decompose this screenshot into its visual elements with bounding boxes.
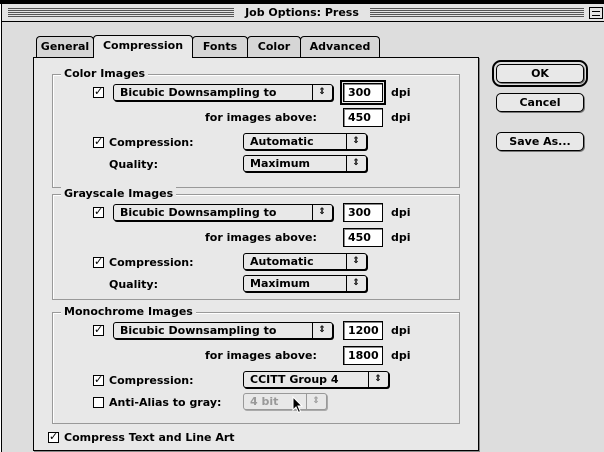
popup-arrow-icon: ⇕ — [318, 87, 326, 97]
grayscale-above-label: for images above: — [205, 231, 317, 244]
popup-arrow-icon: ⇕ — [352, 136, 360, 146]
arrow-cursor-icon — [292, 396, 304, 414]
grayscale-above-field[interactable]: 450 — [343, 228, 383, 247]
mono-resolution-unit: dpi — [391, 324, 411, 337]
mono-downsample-method: Bicubic Downsampling to — [120, 324, 277, 337]
mono-above-field[interactable]: 1800 — [343, 346, 383, 365]
color-quality-popup[interactable]: Maximum ⇕ — [243, 155, 367, 172]
title-stripes-left — [8, 8, 234, 17]
compress-text-checkbox[interactable] — [48, 430, 59, 444]
color-downsample-checkbox[interactable] — [93, 85, 104, 99]
mono-above-unit: dpi — [391, 349, 411, 362]
mono-above-label: for images above: — [205, 349, 317, 362]
window-title: Job Options: Press — [234, 5, 370, 21]
grayscale-compression-checkbox[interactable] — [93, 255, 104, 269]
tab-fonts[interactable]: Fonts — [192, 36, 248, 57]
tab-general[interactable]: General — [36, 36, 94, 57]
job-options-window: Job Options: Press General Compression F… — [1, 4, 604, 452]
grayscale-resolution-field[interactable]: 300 — [343, 203, 383, 222]
grayscale-resolution-unit: dpi — [391, 206, 411, 219]
compression-panel: Color Images Bicubic Downsampling to ⇕ 3… — [33, 57, 479, 451]
color-quality-value: Maximum — [250, 157, 310, 170]
cancel-button[interactable]: Cancel — [496, 93, 584, 112]
grayscale-above-unit: dpi — [391, 231, 411, 244]
save-as-button[interactable]: Save As... — [496, 132, 584, 151]
popup-arrow-icon: ⇕ — [352, 256, 360, 266]
popup-arrow-icon: ⇕ — [352, 158, 360, 168]
title-bar[interactable]: Job Options: Press — [2, 4, 604, 22]
popup-arrow-icon: ⇕ — [318, 325, 326, 335]
popup-arrow-icon: ⇕ — [352, 278, 360, 288]
compress-text-label: Compress Text and Line Art — [64, 431, 235, 444]
grayscale-quality-popup[interactable]: Maximum ⇕ — [243, 275, 367, 292]
color-above-unit: dpi — [391, 111, 411, 124]
color-above-label: for images above: — [205, 111, 317, 124]
color-compression-label: Compression: — [109, 136, 194, 149]
grayscale-downsample-popup[interactable]: Bicubic Downsampling to ⇕ — [113, 204, 333, 221]
title-stripes-right — [370, 8, 584, 17]
monochrome-images-group: Monochrome Images Bicubic Downsampling t… — [52, 304, 460, 424]
mono-antialias-popup[interactable]: 4 bit ⇕ — [243, 393, 327, 410]
mono-compression-checkbox[interactable] — [93, 373, 104, 387]
color-resolution-field[interactable]: 300 — [340, 80, 386, 105]
grayscale-quality-value: Maximum — [250, 277, 310, 290]
grayscale-downsample-method: Bicubic Downsampling to — [120, 206, 277, 219]
mono-antialias-label: Anti-Alias to gray: — [109, 396, 222, 409]
popup-arrow-icon: ⇕ — [318, 207, 326, 217]
grayscale-images-title: Grayscale Images — [61, 186, 177, 201]
popup-arrow-icon: ⇕ — [374, 374, 382, 384]
grayscale-compression-label: Compression: — [109, 256, 194, 269]
tab-color[interactable]: Color — [247, 36, 301, 57]
color-compression-checkbox[interactable] — [93, 135, 104, 149]
color-downsample-method: Bicubic Downsampling to — [120, 86, 277, 99]
grayscale-images-group: Grayscale Images Bicubic Downsampling to… — [52, 186, 460, 300]
ok-button[interactable]: OK — [492, 60, 588, 87]
mono-compression-value: CCITT Group 4 — [250, 373, 339, 386]
color-resolution-unit: dpi — [391, 86, 411, 99]
windowshade-icon[interactable] — [589, 7, 603, 19]
mono-antialias-checkbox[interactable] — [93, 397, 104, 408]
color-above-field[interactable]: 450 — [343, 108, 383, 127]
color-compression-value: Automatic — [250, 135, 314, 148]
grayscale-quality-label: Quality: — [109, 278, 158, 291]
grayscale-compression-value: Automatic — [250, 255, 314, 268]
mono-downsample-checkbox[interactable] — [93, 323, 104, 337]
grayscale-compression-popup[interactable]: Automatic ⇕ — [243, 253, 367, 270]
mono-resolution-field[interactable]: 1200 — [343, 321, 383, 340]
tab-compression[interactable]: Compression — [93, 35, 193, 58]
color-compression-popup[interactable]: Automatic ⇕ — [243, 133, 367, 150]
mono-compression-popup[interactable]: CCITT Group 4 ⇕ — [243, 371, 389, 388]
color-quality-label: Quality: — [109, 158, 158, 171]
grayscale-downsample-checkbox[interactable] — [93, 205, 104, 219]
mono-downsample-popup[interactable]: Bicubic Downsampling to ⇕ — [113, 322, 333, 339]
popup-arrow-icon: ⇕ — [312, 396, 320, 406]
mono-compression-label: Compression: — [109, 374, 194, 387]
monochrome-images-title: Monochrome Images — [61, 304, 196, 319]
mono-antialias-value: 4 bit — [250, 395, 279, 408]
tab-advanced[interactable]: Advanced — [300, 36, 380, 57]
color-downsample-popup[interactable]: Bicubic Downsampling to ⇕ — [113, 84, 333, 101]
color-images-group: Color Images Bicubic Downsampling to ⇕ 3… — [52, 66, 460, 188]
color-images-title: Color Images — [61, 66, 149, 81]
